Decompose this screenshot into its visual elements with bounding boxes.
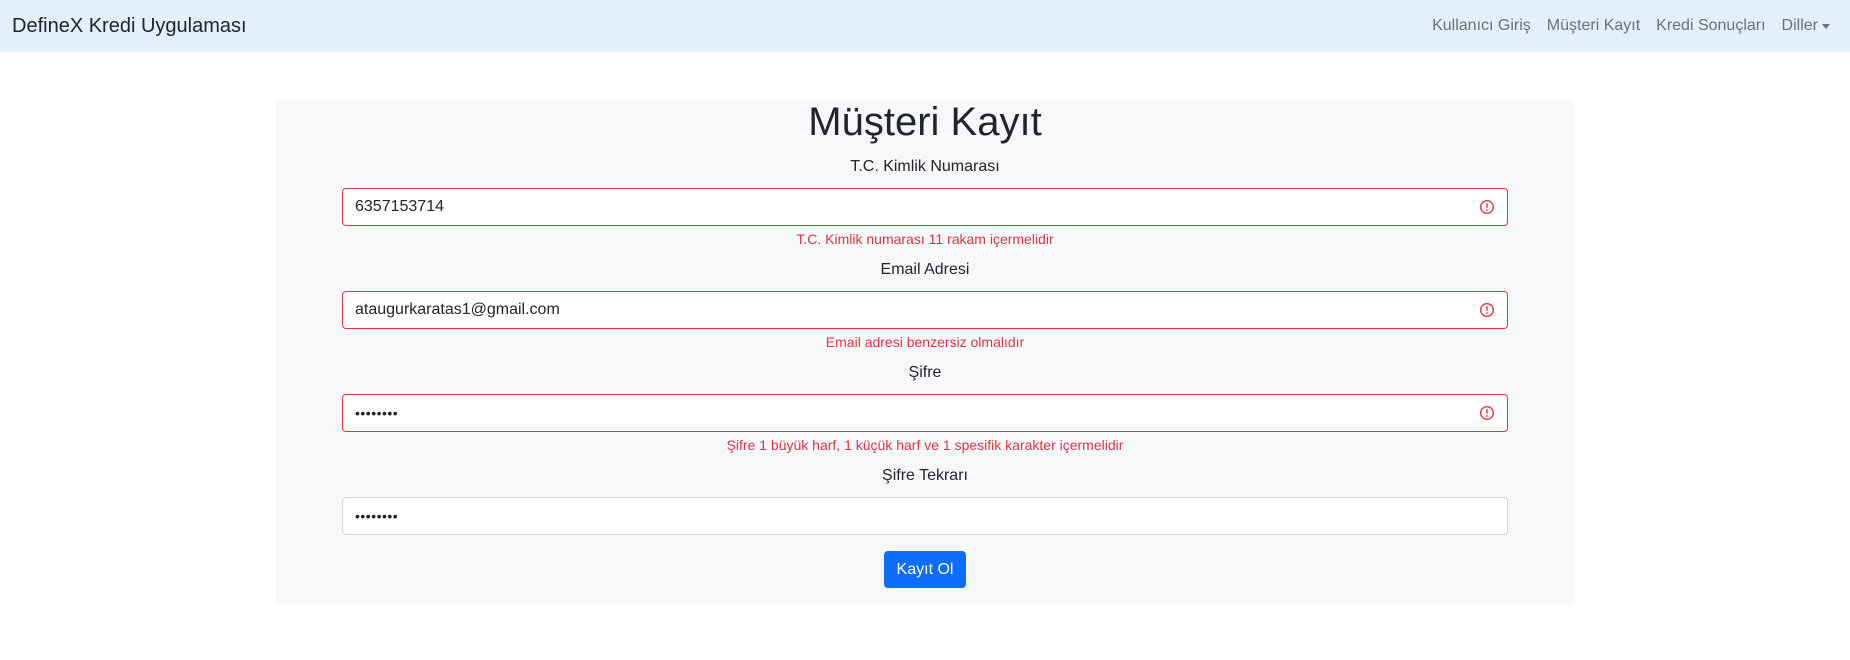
nav-links: Kullanıcı Giriş Müşteri Kayıt Kredi Sonu… — [1424, 17, 1838, 35]
nav-dropdown-languages-label: Diller — [1781, 17, 1818, 34]
page-title: Müşteri Kayıt — [808, 100, 1042, 144]
exclamation-circle-icon — [1479, 405, 1495, 421]
password-label: Şifre — [908, 364, 942, 381]
email-input[interactable]: ataugurkaratas1@gmail.com — [342, 291, 1508, 329]
email-error: Email adresi benzersiz olmalıdır — [825, 334, 1025, 350]
password-value: •••••••• — [355, 405, 399, 421]
nav-dropdown-languages[interactable]: Diller — [1774, 17, 1838, 35]
password-confirm-label: Şifre Tekrarı — [882, 467, 968, 484]
nav-link-credit-results[interactable]: Kredi Sonuçları — [1648, 17, 1773, 35]
password-error: Şifre 1 büyük harf, 1 küçük harf ve 1 sp… — [726, 437, 1124, 453]
navbar: DefineX Kredi Uygulaması Kullanıcı Giriş… — [0, 0, 1850, 52]
brand-link[interactable]: DefineX Kredi Uygulaması — [12, 15, 247, 38]
caret-down-icon — [1822, 23, 1830, 29]
tc-kimlik-value: 6357153714 — [355, 198, 444, 215]
email-label: Email Adresi — [880, 261, 970, 278]
nav-link-register[interactable]: Müşteri Kayıt — [1539, 17, 1648, 35]
exclamation-circle-icon — [1479, 302, 1495, 318]
password-confirm-input[interactable]: •••••••• — [342, 497, 1508, 535]
password-input[interactable]: •••••••• — [342, 394, 1508, 432]
tc-kimlik-label: T.C. Kimlik Numarası — [850, 158, 1000, 175]
email-value: ataugurkaratas1@gmail.com — [355, 301, 560, 318]
nav-link-login[interactable]: Kullanıcı Giriş — [1424, 17, 1539, 35]
tc-kimlik-input[interactable]: 6357153714 — [342, 188, 1508, 226]
tc-kimlik-error: T.C. Kimlik numarası 11 rakam içermelidi… — [796, 231, 1054, 247]
password-confirm-value: •••••••• — [355, 508, 399, 524]
exclamation-circle-icon — [1479, 199, 1495, 215]
register-button[interactable]: Kayıt Ol — [884, 551, 966, 588]
